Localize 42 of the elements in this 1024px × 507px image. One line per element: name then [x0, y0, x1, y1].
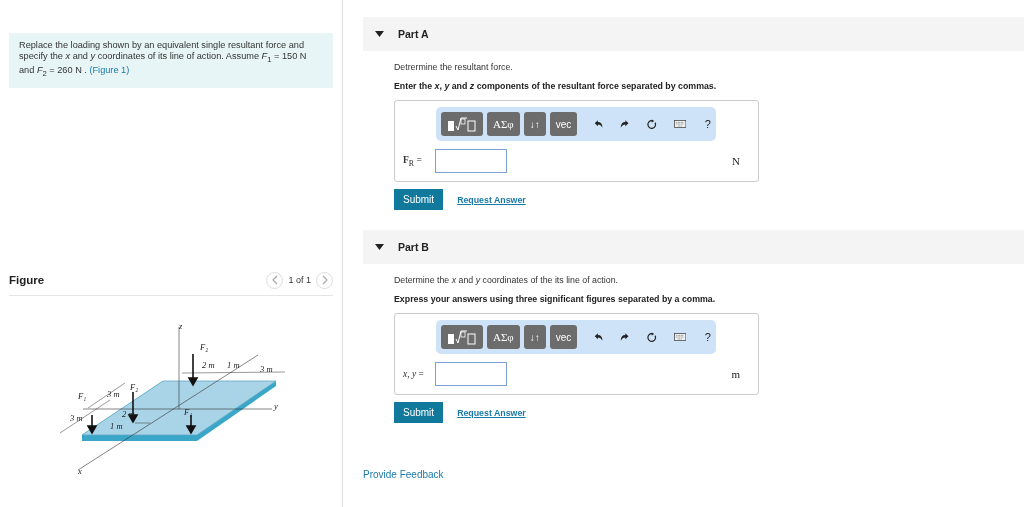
redo-icon[interactable] [620, 331, 630, 343]
redo-icon[interactable] [620, 118, 630, 130]
toolbar-button[interactable]: ΑΣφ [487, 325, 520, 349]
problem-text: Replace the loading shown by an equivalent single resultant force and specify the x and y coordinates of its line of action. Assume F$_{1}$ = 150 N and F$_{2}$ = 260 N . (Figure 1) [19, 40, 308, 79]
figure-link[interactable]: (Figure 1) [89, 64, 130, 75]
chevron-left-icon [270, 275, 279, 286]
field-label: x, y = [403, 369, 425, 379]
request-answer-link[interactable]: Request Answer [457, 194, 526, 205]
template-button[interactable] [441, 112, 483, 136]
toolbar-button[interactable]: vec [549, 112, 578, 136]
answer-field[interactable] [435, 362, 507, 386]
template-icon [447, 116, 477, 132]
unit-label: m [731, 368, 740, 380]
page-counter: 1 of 1 [288, 275, 311, 286]
reset-icon[interactable] [646, 117, 657, 131]
prompt-text: Enter the x, y and z components of the resultant force separated by commas. [394, 81, 718, 91]
keyboard-icon[interactable] [673, 332, 686, 342]
figure-title: Figure [9, 274, 45, 287]
toolbar-button[interactable]: ↓↑ [523, 325, 546, 349]
feedback-link[interactable]: Provide Feedback [363, 469, 1024, 480]
submit-button[interactable]: Submit [394, 189, 444, 210]
part-header[interactable]: Part B [363, 230, 1024, 264]
keyboard-icon[interactable] [673, 119, 686, 129]
template-icon [447, 329, 477, 345]
prompt-text: Express your answers using three significant figures separated by a comma. [394, 294, 717, 304]
chevron-right-icon [320, 275, 329, 286]
instruction-text: Determine the x and y coordinates of the its line of action. [394, 275, 619, 285]
request-answer-link[interactable]: Request Answer [457, 407, 526, 418]
help-button[interactable]: ? [704, 331, 711, 343]
field-label: F$_{R}$ = [403, 154, 423, 168]
part-header[interactable]: Part A [363, 17, 1024, 51]
toolbar-button[interactable]: ΑΣφ [487, 112, 520, 136]
toolbar-button[interactable]: vec [549, 325, 578, 349]
help-button[interactable]: ? [704, 118, 711, 130]
answer-field[interactable] [435, 149, 507, 173]
template-button[interactable] [441, 325, 483, 349]
submit-button[interactable]: Submit [394, 402, 444, 423]
toolbar-button[interactable]: ↓↑ [523, 112, 546, 136]
instruction-text: Detrermine the resultant force. [394, 62, 514, 72]
unit-label: N [732, 155, 740, 167]
plate-drawing: z F₂ 2 m 1 m 3 m F₁ 3 m F₂ y 3 m 2 m F₁ 1 m x [59, 320, 286, 476]
reset-icon[interactable] [646, 330, 657, 344]
